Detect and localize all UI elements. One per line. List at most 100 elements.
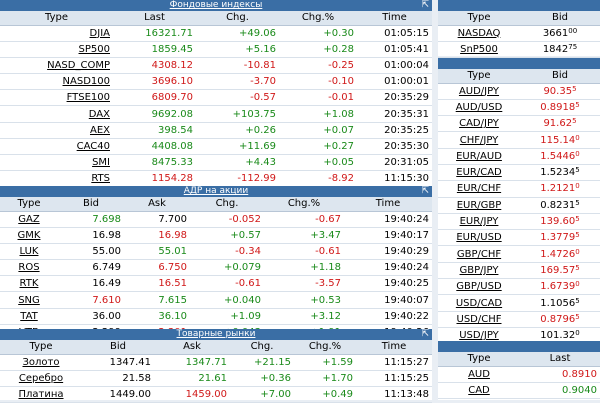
table-row: LUK 55.00 55.01 -0.34 -0.61 19:40:29 xyxy=(0,243,432,261)
adr-title: АДР на акции ⇱ xyxy=(0,186,432,197)
bid-main: 3661 xyxy=(542,27,569,39)
adr-symbol-link[interactable]: GMK xyxy=(0,227,58,244)
commodity-symbol-link[interactable]: Серебро xyxy=(0,370,82,387)
future-symbol-link[interactable]: SnP500 xyxy=(438,41,520,58)
change-percent: -0.61 xyxy=(264,243,344,261)
last-value: 3696.10 xyxy=(113,73,196,91)
adr-symbol-link[interactable]: SNG xyxy=(0,291,58,309)
table-row: EUR/CHF 1.21210 xyxy=(438,180,600,198)
currency-pair-link[interactable]: CHF/JPY xyxy=(438,131,520,149)
table-row: EUR/JPY 139.605 xyxy=(438,213,600,231)
adr-symbol-link[interactable]: RTK xyxy=(0,275,58,293)
bid-value: 1.52345 xyxy=(520,164,600,182)
expand-icon[interactable]: ⇱ xyxy=(421,329,429,340)
table-row: RTS 1154.28 -112.99 -8.92 11:15:30 xyxy=(0,170,432,188)
bid-pip: 0 xyxy=(575,329,580,338)
table-row: EUR/GBP 0.82315 xyxy=(438,197,600,214)
column-header: Chg. xyxy=(196,11,279,26)
bid-main: 0.8796 xyxy=(540,313,576,325)
bid-value: 1347.41 xyxy=(82,354,154,371)
time-value: 19:40:17 xyxy=(344,227,432,244)
index-symbol-link[interactable]: SP500 xyxy=(0,41,113,58)
currency-pair-link[interactable]: EUR/USD xyxy=(438,229,520,247)
bid-value: 0.89185 xyxy=(520,99,600,117)
commodity-symbol-link[interactable]: Золото xyxy=(0,354,82,371)
currency-pair-link[interactable]: GBP/JPY xyxy=(438,262,520,280)
index-symbol-link[interactable]: CAC40 xyxy=(0,138,113,156)
table-row: SnP500 184275 xyxy=(438,41,600,58)
currency-link[interactable]: AUD xyxy=(438,366,520,383)
index-symbol-link[interactable]: RTS xyxy=(0,170,113,188)
table-row: Золото 1347.41 1347.71 +21.15 +1.59 11:15:27 xyxy=(0,354,432,371)
index-symbol-link[interactable]: DAX xyxy=(0,105,113,123)
currency-pair-link[interactable]: AUD/USD xyxy=(438,99,520,117)
bid-value: 1.37795 xyxy=(520,229,600,247)
table-row: GAZ 7.698 7.700 -0.052 -0.67 19:40:24 xyxy=(0,211,432,228)
bid-main: 1.4726 xyxy=(540,248,576,260)
time-value: 20:35:30 xyxy=(357,138,432,156)
expand-icon[interactable]: ⇱ xyxy=(421,0,429,11)
column-header: Chg. xyxy=(190,197,264,212)
currency-pair-link[interactable]: EUR/JPY xyxy=(438,213,520,231)
currency-pair-link[interactable]: GBP/USD xyxy=(438,278,520,296)
change-value: +11.69 xyxy=(196,138,279,156)
future-symbol-link[interactable]: NASDAQ xyxy=(438,25,520,42)
column-header: Type xyxy=(438,69,520,84)
index-symbol-link[interactable]: NASD100 xyxy=(0,73,113,91)
time-value: 11:15:25 xyxy=(356,370,432,387)
currency-link[interactable]: CAD xyxy=(438,382,520,399)
column-header: Type xyxy=(0,197,58,212)
bid-main: 1.2121 xyxy=(540,183,576,195)
index-symbol-link[interactable]: NASD_COMP xyxy=(0,57,113,75)
adr-symbol-link[interactable]: TAT xyxy=(0,308,58,325)
bid-value: 139.605 xyxy=(520,213,600,231)
indices-table: Type Last Chg. Chg.% Time DJIA 16321.71 +49.06 +… xyxy=(0,11,432,204)
bid-value: 1.47260 xyxy=(520,245,600,263)
bid-value: 169.575 xyxy=(520,262,600,280)
table-row: SNG 7.610 7.615 +0.040 +0.53 19:40:07 xyxy=(0,291,432,309)
last-value: 8475.33 xyxy=(113,154,196,172)
table-row: RTK 16.49 16.51 -0.61 -3.57 19:40:25 xyxy=(0,275,432,293)
adr-symbol-link[interactable]: GAZ xyxy=(0,211,58,228)
change-percent: -0.25 xyxy=(279,57,357,75)
currency-pair-link[interactable]: GBP/CHF xyxy=(438,245,520,263)
currency-pair-link[interactable]: USD/CAD xyxy=(438,294,520,312)
adr-symbol-link[interactable]: LUK xyxy=(0,243,58,261)
change-value: -10.81 xyxy=(196,57,279,75)
index-symbol-link[interactable]: DJIA xyxy=(0,25,113,42)
bid-pip: 5 xyxy=(575,166,580,175)
expand-icon[interactable]: ⇱ xyxy=(421,186,429,197)
fx-header-bar xyxy=(438,58,600,69)
table-row: EUR/AUD 1.54460 xyxy=(438,148,600,165)
commodities-title-link[interactable]: Товарные рынки xyxy=(177,329,256,339)
index-symbol-link[interactable]: SMI xyxy=(0,154,113,172)
column-header: Ask xyxy=(124,197,190,212)
currency-pair-link[interactable]: EUR/AUD xyxy=(438,148,520,165)
currency-pair-link[interactable]: AUD/JPY xyxy=(438,83,520,100)
commodity-symbol-link[interactable]: Платина xyxy=(0,386,82,403)
bid-pip: 5 xyxy=(575,100,580,109)
currency-pair-link[interactable]: EUR/GBP xyxy=(438,197,520,214)
bid-value: 55.00 xyxy=(58,243,124,261)
adr-table: Type Bid Ask Chg. Chg.% Time GAZ 7.698 7.700 -0.0… xyxy=(0,197,432,342)
currency-pair-link[interactable]: USD/CHF xyxy=(438,311,520,328)
change-value: -0.61 xyxy=(190,275,264,293)
currency-pair-link[interactable]: CAD/JPY xyxy=(438,115,520,133)
indices-title-link[interactable]: Фондовые индексы xyxy=(170,0,263,10)
currency-pair-link[interactable]: EUR/CAD xyxy=(438,164,520,182)
adr-symbol-link[interactable]: ROS xyxy=(0,259,58,277)
table-row: GBP/CHF 1.47260 xyxy=(438,245,600,263)
change-percent: +1.70 xyxy=(294,370,356,387)
bid-value: 7.698 xyxy=(58,211,124,228)
time-value: 20:35:31 xyxy=(357,105,432,123)
bid-pip: 0 xyxy=(575,280,580,289)
last-value: 1859.45 xyxy=(113,41,196,58)
index-symbol-link[interactable]: FTSE100 xyxy=(0,89,113,107)
currency-pair-link[interactable]: EUR/CHF xyxy=(438,180,520,198)
column-header: Time xyxy=(356,340,432,355)
change-percent: +1.08 xyxy=(279,105,357,123)
index-symbol-link[interactable]: AEX xyxy=(0,122,113,139)
table-row: Серебро 21.58 21.61 +0.36 +1.70 11:15:25 xyxy=(0,370,432,387)
indices-panel: Фондовые индексы ⇱ Type Last Chg. Chg.% Time D… xyxy=(0,0,432,204)
adr-title-link[interactable]: АДР на акции xyxy=(184,186,249,196)
